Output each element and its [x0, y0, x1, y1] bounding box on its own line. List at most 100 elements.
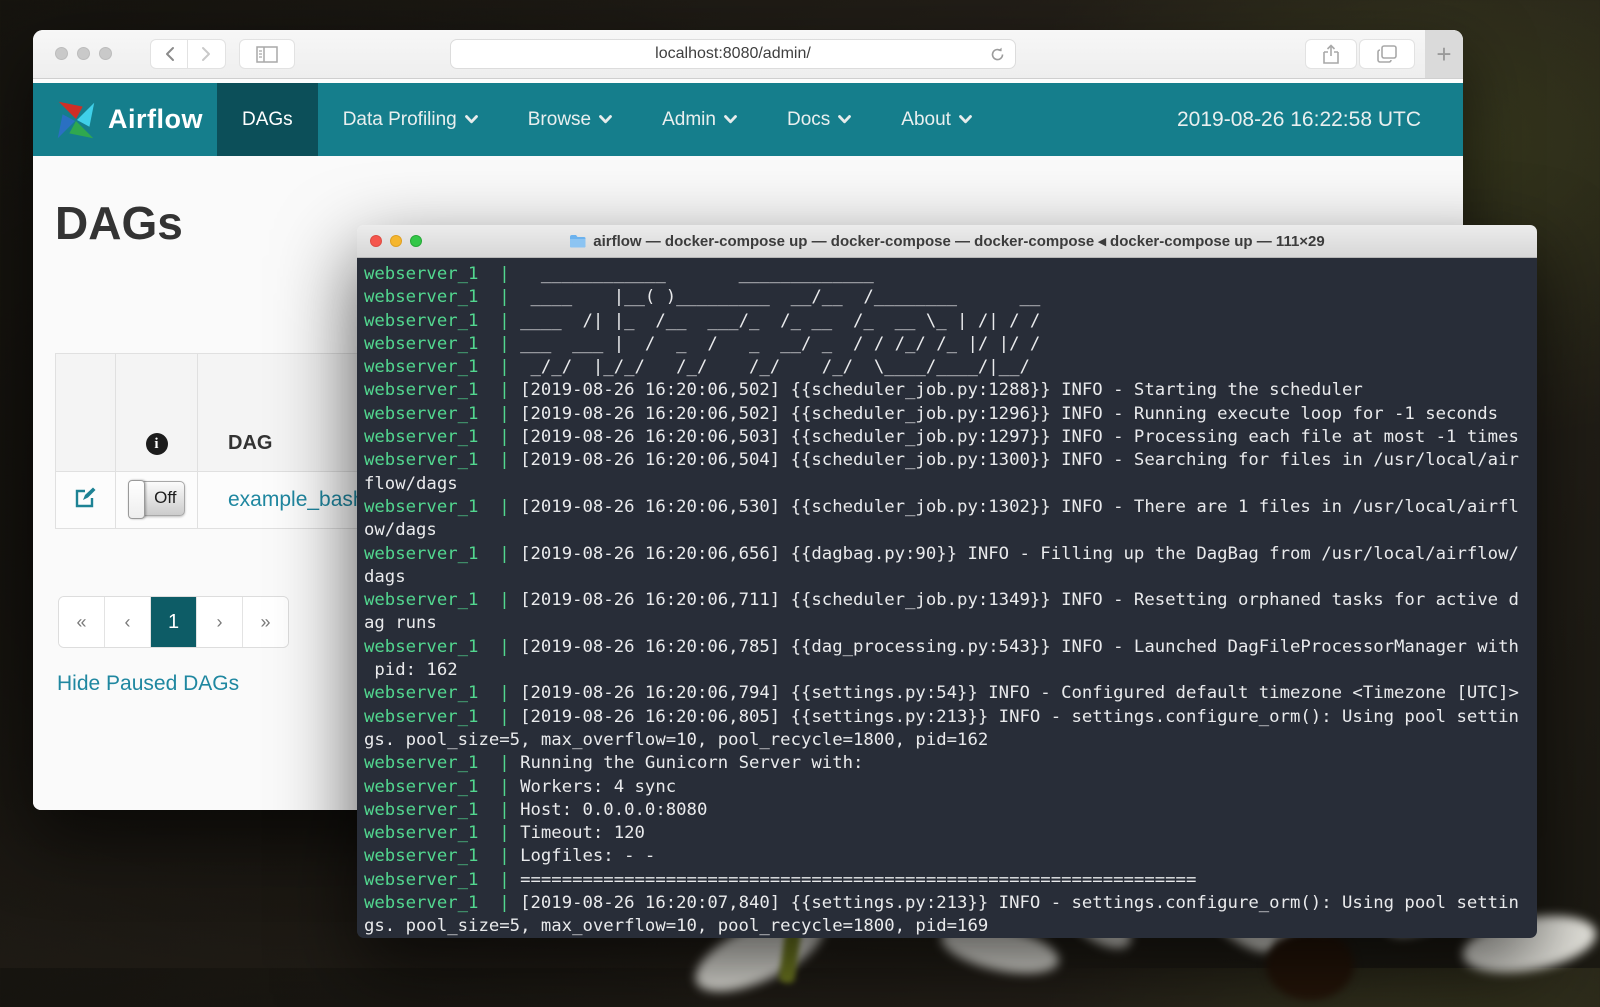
terminal-line: webserver_1 | [2019-08-26 16:20:06,656] … — [364, 543, 1530, 566]
terminal-line: webserver_1 | [2019-08-26 16:20:06,502] … — [364, 379, 1530, 402]
terminal-titlebar[interactable]: airflow — docker-compose up — docker-com… — [357, 225, 1537, 258]
nav-item-browse[interactable]: Browse — [503, 83, 637, 156]
terminal-line: webserver_1 | [2019-08-26 16:20:06,530] … — [364, 496, 1530, 519]
dag-column-label: DAG — [228, 432, 272, 454]
terminal-service-prefix: webserver_1 | — [364, 870, 510, 890]
terminal-line: ow/dags — [364, 519, 1530, 542]
terminal-line-text: [2019-08-26 16:20:06,502] {{scheduler_jo… — [510, 380, 1363, 400]
terminal-service-prefix: webserver_1 | — [364, 264, 510, 284]
nav-item-data-profiling[interactable]: Data Profiling — [318, 83, 503, 156]
terminal-minimize-button[interactable] — [390, 235, 402, 247]
header-edit-column — [56, 354, 116, 472]
folder-icon — [569, 234, 586, 248]
edit-dag-icon[interactable] — [74, 486, 97, 509]
minimize-window-button[interactable] — [77, 47, 90, 60]
close-window-button[interactable] — [55, 47, 68, 60]
terminal-line-text: [2019-08-26 16:20:06,504] {{scheduler_jo… — [510, 450, 1519, 470]
nav-item-dags[interactable]: DAGs — [217, 83, 318, 156]
forward-button[interactable] — [188, 39, 226, 69]
terminal-line-text: Timeout: 120 — [510, 823, 645, 843]
terminal-service-prefix: webserver_1 | — [364, 846, 510, 866]
back-button[interactable] — [150, 39, 188, 69]
terminal-line: webserver_1 | [2019-08-26 16:20:06,504] … — [364, 449, 1530, 472]
share-icon — [1322, 44, 1340, 65]
tab-overview-button[interactable] — [1359, 39, 1415, 69]
terminal-line-text: Running the Gunicorn Server with: — [510, 753, 864, 773]
terminal-service-prefix: webserver_1 | — [364, 427, 510, 447]
terminal-line: webserver_1 | [2019-08-26 16:20:06,502] … — [364, 403, 1530, 426]
terminal-line-text: [2019-08-26 16:20:06,503] {{scheduler_jo… — [510, 427, 1519, 447]
terminal-service-prefix: webserver_1 | — [364, 683, 510, 703]
terminal-service-prefix: webserver_1 | — [364, 311, 510, 331]
airflow-brand[interactable]: Airflow — [33, 83, 217, 156]
nav-item-admin[interactable]: Admin — [637, 83, 762, 156]
header-info-column: i — [116, 354, 198, 472]
terminal-line: webserver_1 | [2019-08-26 16:20:06,711] … — [364, 589, 1530, 612]
url-text: localhost:8080/admin/ — [655, 45, 811, 63]
terminal-line-text: flow/dags — [364, 474, 458, 494]
dag-toggle-cell: Off — [116, 472, 198, 529]
terminal-line: pid: 162 — [364, 659, 1530, 682]
chevron-right-icon — [201, 46, 212, 62]
terminal-line-text: ____ /| |_ /__ ___/_ /_ __ /_ __ \_ | /|… — [510, 311, 1041, 331]
terminal-service-prefix: webserver_1 | — [364, 823, 510, 843]
info-icon[interactable]: i — [146, 433, 168, 455]
terminal-line: webserver_1 | ____________ _____________ — [364, 263, 1530, 286]
chevron-left-icon — [164, 46, 175, 62]
reload-icon — [989, 46, 1006, 63]
chevron-down-icon — [959, 115, 972, 124]
sidebar-toggle-button[interactable] — [239, 39, 295, 69]
navbar-menu: DAGs Data Profiling Browse Admin Docs About — [217, 83, 997, 156]
terminal-service-prefix: webserver_1 | — [364, 777, 510, 797]
pagination-next[interactable]: › — [197, 597, 243, 647]
terminal-window: airflow — docker-compose up — docker-com… — [357, 225, 1537, 938]
terminal-line-text: [2019-08-26 16:20:06,530] {{scheduler_jo… — [510, 497, 1519, 517]
zoom-window-button[interactable] — [99, 47, 112, 60]
nav-item-label: DAGs — [242, 109, 293, 131]
dag-pause-toggle[interactable]: Off — [129, 481, 185, 516]
terminal-line: dags — [364, 566, 1530, 589]
pagination-prev[interactable]: ‹ — [105, 597, 151, 647]
terminal-line-text: [2019-08-26 16:20:07,840] {{settings.py:… — [510, 893, 1519, 913]
address-bar[interactable]: localhost:8080/admin/ — [450, 39, 1016, 69]
terminal-line-text: [2019-08-26 16:20:06,794] {{settings.py:… — [510, 683, 1519, 703]
share-button[interactable] — [1305, 39, 1357, 69]
utc-clock: 2019-08-26 16:22:58 UTC — [1177, 83, 1463, 156]
terminal-line: webserver_1 | Logfiles: - - — [364, 845, 1530, 868]
terminal-output[interactable]: webserver_1 | ____________ _____________… — [357, 258, 1537, 938]
terminal-line: webserver_1 | [2019-08-26 16:20:06,503] … — [364, 426, 1530, 449]
terminal-line-text: Workers: 4 sync — [510, 777, 676, 797]
terminal-line-text: _/_/ |_/_/ /_/ /_/ /_/ \____/____/|__/ — [510, 357, 1030, 377]
terminal-close-button[interactable] — [370, 235, 382, 247]
nav-item-docs[interactable]: Docs — [762, 83, 876, 156]
new-tab-button[interactable]: + — [1425, 30, 1463, 78]
terminal-service-prefix: webserver_1 | — [364, 404, 510, 424]
terminal-window-controls — [370, 235, 422, 247]
terminal-line: gs. pool_size=5, max_overflow=10, pool_r… — [364, 729, 1530, 752]
terminal-line-text: [2019-08-26 16:20:06,785] {{dag_processi… — [510, 637, 1519, 657]
reload-button[interactable] — [989, 46, 1006, 63]
pagination-page-1[interactable]: 1 — [151, 597, 197, 647]
chevron-down-icon — [465, 115, 478, 124]
window-controls — [55, 47, 112, 60]
hide-paused-dags-link[interactable]: Hide Paused DAGs — [57, 672, 239, 696]
terminal-line: ag runs — [364, 612, 1530, 635]
terminal-line-text: ___ ___ | / _ / _ __/ _ / / /_/ /_ |/ |/… — [510, 334, 1041, 354]
toggle-knob — [128, 480, 145, 519]
terminal-line-text: ow/dags — [364, 520, 437, 540]
terminal-service-prefix: webserver_1 | — [364, 497, 510, 517]
terminal-line: webserver_1 | Workers: 4 sync — [364, 776, 1530, 799]
terminal-service-prefix: webserver_1 | — [364, 334, 510, 354]
nav-item-about[interactable]: About — [876, 83, 997, 156]
nav-item-label: Data Profiling — [343, 109, 457, 131]
nav-item-label: Docs — [787, 109, 830, 131]
background-flower-center — [1266, 930, 1354, 1000]
nav-item-label: About — [901, 109, 951, 131]
terminal-zoom-button[interactable] — [410, 235, 422, 247]
terminal-title-text: airflow — docker-compose up — docker-com… — [593, 232, 1325, 250]
pagination-last[interactable]: » — [243, 597, 288, 647]
pagination-first[interactable]: « — [59, 597, 105, 647]
terminal-service-prefix: webserver_1 | — [364, 707, 510, 727]
toggle-label: Off — [154, 488, 176, 508]
nav-item-label: Browse — [528, 109, 591, 131]
